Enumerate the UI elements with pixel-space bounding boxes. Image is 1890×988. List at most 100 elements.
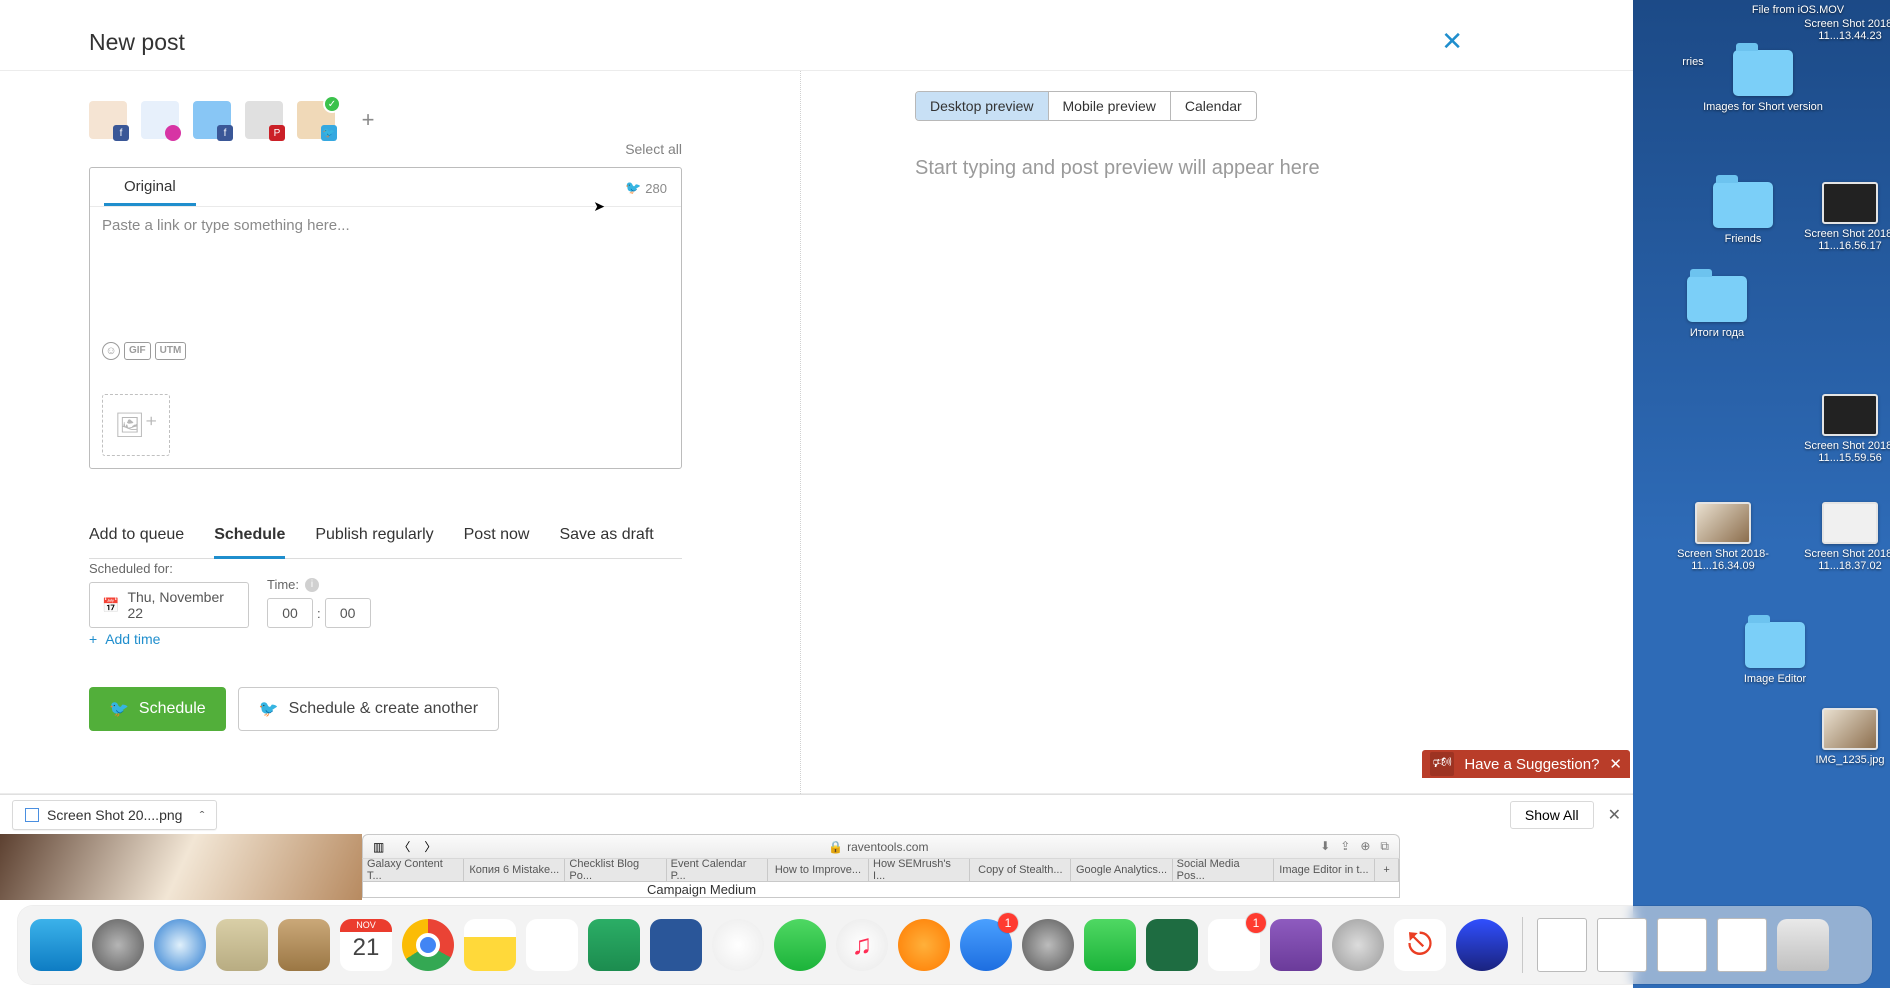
dock-app-launchpad[interactable] [92, 919, 144, 971]
dock-app-chrome[interactable] [402, 919, 454, 971]
close-icon[interactable]: ✕ [1441, 28, 1463, 54]
dock-app-downloads[interactable] [1332, 919, 1384, 971]
gif-button[interactable]: GIF [124, 342, 151, 360]
tab-mobile-preview[interactable]: Mobile preview [1048, 92, 1170, 120]
dock-app-ibooks[interactable] [898, 919, 950, 971]
download-chip[interactable]: Screen Shot 20....png [12, 800, 217, 830]
tab-save-draft[interactable]: Save as draft [559, 514, 653, 558]
safari-toolbar: ▥ 〈 〉 🔒 raventools.com ⬇︎ ⇪ ⊕ ⧉ [362, 834, 1400, 858]
forward-icon[interactable]: 〉 [424, 838, 436, 855]
add-time-link[interactable]: + Add time [89, 631, 160, 647]
close-icon[interactable]: ✕ [1609, 755, 1622, 773]
safari-tab[interactable]: Checklist Blog Po... [565, 859, 666, 881]
safari-tab[interactable]: Google Analytics... [1071, 859, 1172, 881]
dock-app-finder[interactable] [30, 919, 82, 971]
dock-app-facetime[interactable] [1084, 919, 1136, 971]
schedule-another-button[interactable]: 🐦 Schedule & create another [238, 687, 499, 731]
dock-app-itunes[interactable]: ♫ [836, 919, 888, 971]
suggestion-bar[interactable]: 🕬 Have a Suggestion? ✕ [1422, 750, 1630, 778]
download-icon[interactable]: ⬇︎ [1320, 839, 1330, 854]
tab-post-now[interactable]: Post now [464, 514, 530, 558]
desktop-file-ios[interactable]: File from iOS.MOV [1738, 4, 1858, 16]
dock-app-onenote[interactable] [1270, 919, 1322, 971]
scheduled-date-input[interactable]: 📅 Thu, November 22 [89, 582, 249, 628]
tab-publish-regular[interactable]: Publish regularly [315, 514, 433, 558]
dock-app-calendar[interactable]: NOV 21 [340, 919, 392, 971]
dock-app-word[interactable] [650, 919, 702, 971]
show-all-button[interactable]: Show All [1510, 801, 1594, 829]
app-header: New post ✕ [0, 0, 1633, 71]
account-stumble[interactable]: f [193, 101, 231, 139]
dock-app-excel[interactable] [1146, 919, 1198, 971]
dock-trash[interactable] [1777, 919, 1829, 971]
dock-app-reminders[interactable] [526, 919, 578, 971]
desktop-ss-1634[interactable]: Screen Shot 2018-11...16.34.09 [1663, 502, 1783, 572]
safari-tab[interactable]: Копия 6 Mistake... [464, 859, 565, 881]
safari-tab[interactable]: Galaxy Content T... [363, 859, 464, 881]
composer-input[interactable]: Paste a link or type something here... [90, 207, 681, 325]
tab-desktop-preview[interactable]: Desktop preview [916, 92, 1048, 120]
account-pinterest[interactable]: P [245, 101, 283, 139]
dock-app-safari[interactable] [154, 919, 206, 971]
desktop-ss-1559[interactable]: Screen Shot 2018-11...15.59.56 [1795, 394, 1890, 464]
dock-app-teams[interactable] [1456, 919, 1508, 971]
dock-doc-thumb[interactable] [1537, 918, 1587, 972]
scheduled-for-field: Scheduled for: 📅 Thu, November 22 [89, 561, 249, 628]
desktop-ss-1344[interactable]: Screen Shot 2018-11...13.44.23 [1795, 18, 1890, 42]
safari-tab[interactable]: How SEMrush's I... [869, 859, 970, 881]
schedule-button[interactable]: 🐦 Schedule [89, 687, 226, 731]
accounts-row: f f P ✓ 🐦 + Select all [89, 101, 682, 141]
add-account-button[interactable]: + [355, 107, 381, 133]
tabs-icon[interactable]: ⧉ [1380, 839, 1389, 854]
emoji-icon[interactable]: ☺ [102, 342, 120, 360]
time-hour-input[interactable]: 00 [267, 598, 313, 628]
desktop-ss-1656[interactable]: Screen Shot 2018-11...16.56.17 [1795, 182, 1890, 252]
safari-tab[interactable]: How to Improve... [768, 859, 869, 881]
account-instagram[interactable] [141, 101, 179, 139]
tab-schedule[interactable]: Schedule [214, 514, 285, 559]
dock-app-notes[interactable] [464, 919, 516, 971]
safari-tab[interactable]: Copy of Stealth... [970, 859, 1071, 881]
safari-tab[interactable]: Social Media Pos... [1173, 859, 1274, 881]
account-facebook[interactable]: f [89, 101, 127, 139]
dock-doc-thumb[interactable] [1657, 918, 1707, 972]
newtab-icon[interactable]: ⊕ [1360, 839, 1370, 854]
dock-doc-thumb[interactable] [1717, 918, 1767, 972]
desktop-folder-friends[interactable]: Friends [1683, 182, 1803, 245]
image-thumb-icon [1822, 394, 1878, 436]
dock-doc-thumb[interactable] [1597, 918, 1647, 972]
dock-app-messages[interactable] [774, 919, 826, 971]
dock-app-contacts[interactable] [278, 919, 330, 971]
utm-button[interactable]: UTM [155, 342, 187, 360]
desktop-img-1235[interactable]: IMG_1235.jpg [1795, 708, 1890, 766]
desktop-ss-1837[interactable]: Screen Shot 2018-11...18.37.02 [1795, 502, 1890, 572]
time-minute-input[interactable]: 00 [325, 598, 371, 628]
folder-icon [1687, 276, 1747, 322]
dock-app-slack[interactable]: 1 [1208, 919, 1260, 971]
tab-add-queue[interactable]: Add to queue [89, 514, 184, 558]
close-icon[interactable]: ✕ [1608, 805, 1621, 825]
desktop-folder-images-short[interactable]: Images for Short version [1703, 50, 1823, 113]
select-all-link[interactable]: Select all [625, 141, 682, 157]
share-icon[interactable]: ⇪ [1340, 839, 1350, 854]
dock-app-office[interactable]: ⎋ [1394, 919, 1446, 971]
dock-app-settings[interactable] [1022, 919, 1074, 971]
safari-tab[interactable]: Event Calendar P... [667, 859, 768, 881]
composer-tab-original[interactable]: Original [104, 168, 196, 206]
safari-tab[interactable]: Image Editor in t... [1274, 859, 1375, 881]
dock-app-appstore[interactable]: 1 [960, 919, 1012, 971]
desktop-folder-image-editor[interactable]: Image Editor [1715, 622, 1835, 685]
add-media-button[interactable]: 🖼⁺ [102, 394, 170, 456]
address-bar[interactable]: 🔒 raventools.com [436, 840, 1320, 854]
sidebar-icon[interactable]: ▥ [373, 840, 384, 854]
dock-app-sheets[interactable] [588, 919, 640, 971]
info-icon[interactable]: i [305, 578, 319, 592]
dock-app-photos[interactable] [712, 919, 764, 971]
back-icon[interactable]: 〈 [398, 838, 410, 855]
time-label: Time: i [267, 577, 371, 592]
desktop-folder-itogi[interactable]: Итоги года [1657, 276, 1777, 339]
new-tab-button[interactable]: + [1375, 859, 1399, 881]
tab-calendar[interactable]: Calendar [1170, 92, 1256, 120]
dock-app-mail[interactable] [216, 919, 268, 971]
account-twitter[interactable]: ✓ 🐦 [297, 101, 335, 139]
